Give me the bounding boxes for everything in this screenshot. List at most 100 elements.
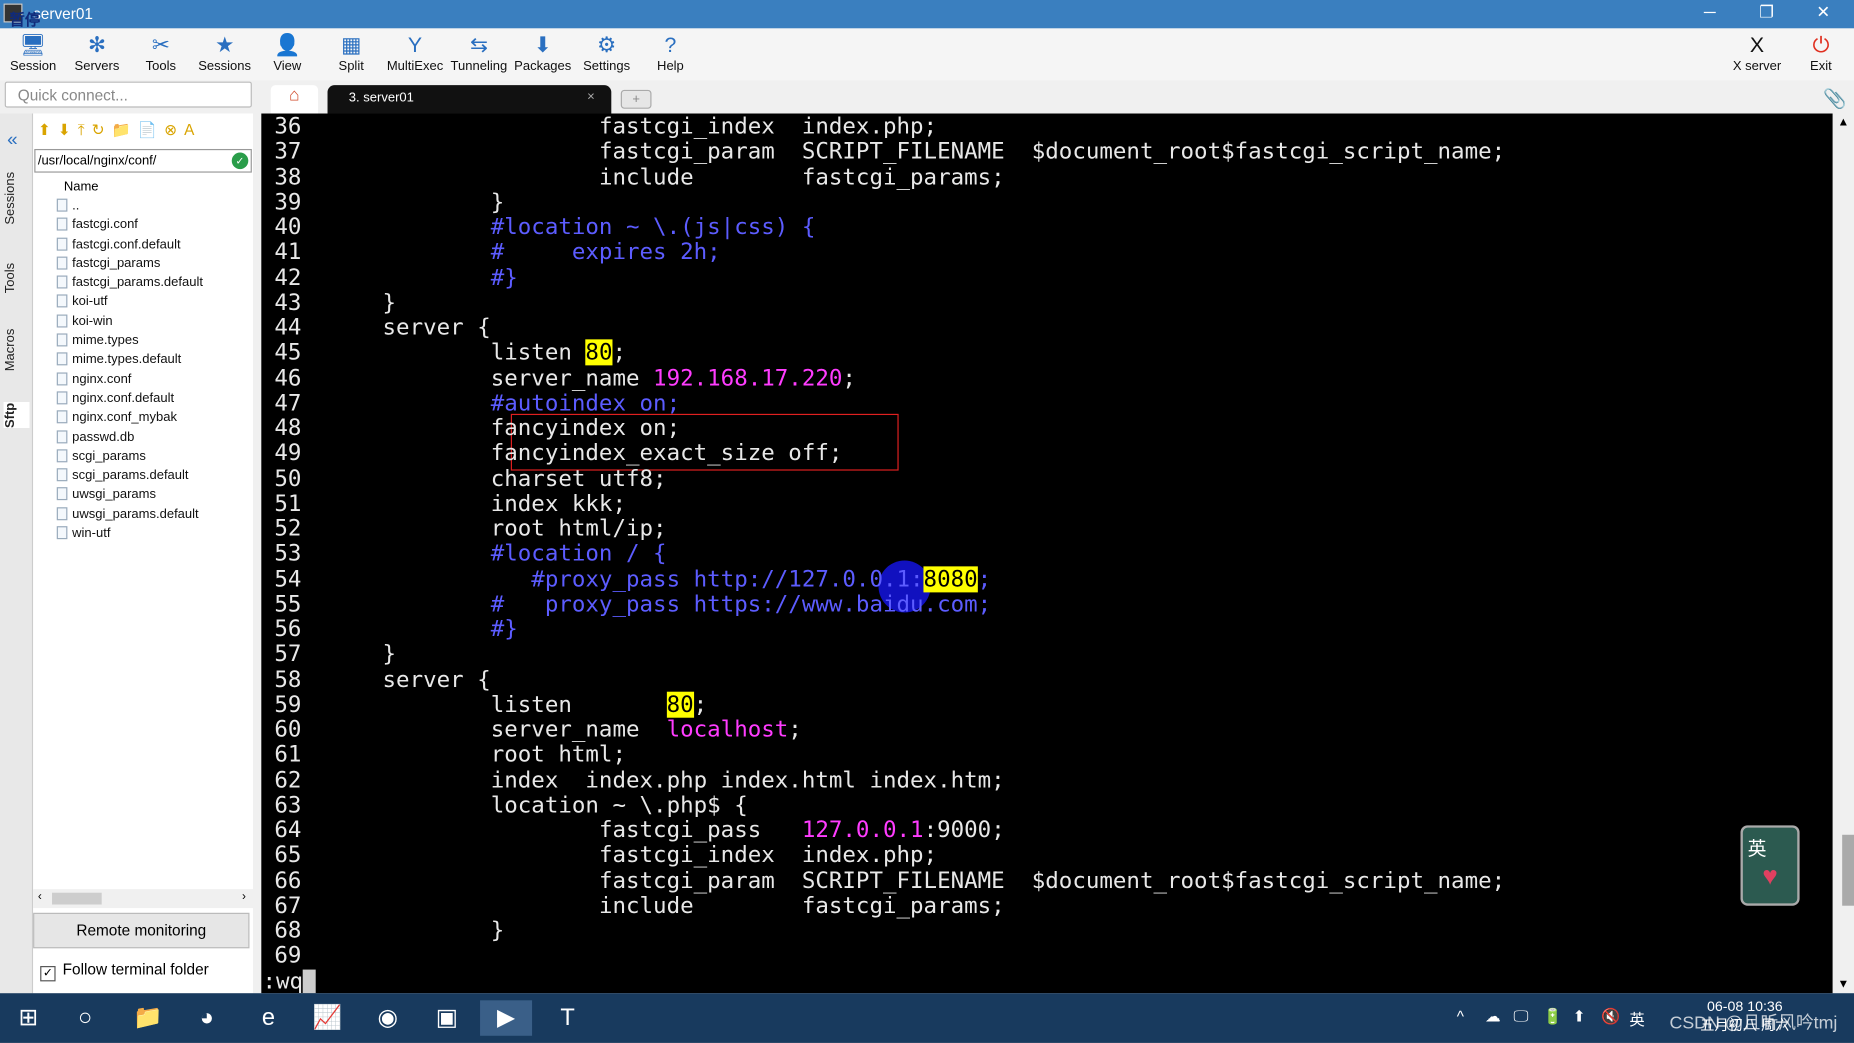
taskbar-app-icon[interactable]: ◕ (181, 1000, 233, 1035)
file-item[interactable]: koi-win (33, 314, 253, 333)
line-number: 60 (274, 716, 302, 743)
code-line: 68 } (274, 917, 505, 944)
file-item[interactable]: .. (33, 198, 253, 218)
tab-server01[interactable]: 3. server01 × (327, 85, 612, 114)
side-tabs: « Sessions Tools Macros Sftp (0, 113, 34, 994)
side-tab-sessions[interactable]: Sessions (4, 170, 30, 227)
code-text: } (315, 289, 397, 315)
horizontal-scrollbar[interactable]: ‹ › (33, 889, 254, 909)
taskbar-app-icon[interactable]: 📈 (302, 1000, 354, 1035)
side-tab-tools[interactable]: Tools (4, 260, 30, 295)
file-item[interactable]: win-utf (33, 526, 253, 545)
code-segment: fancyindex on; (314, 415, 681, 442)
file-item[interactable]: mime.types (33, 333, 253, 353)
toolbar-view-button[interactable]: 👤 View (255, 31, 319, 73)
taskbar-app-icon[interactable]: e (242, 1000, 294, 1035)
file-item[interactable]: scgi_params.default (33, 468, 253, 487)
tray-icon[interactable]: ☁ (1485, 1007, 1500, 1026)
file-item[interactable]: scgi_params (33, 449, 253, 468)
view-icon: 👤 (274, 33, 301, 57)
quick-connect-input[interactable]: Quick connect... (4, 81, 252, 108)
file-item[interactable]: nginx.conf (33, 372, 253, 391)
code-line: 47 #autoindex on; (274, 390, 680, 416)
toolbar-settings-button[interactable]: ⚙ Settings (575, 31, 639, 74)
taskbar-app-icon[interactable]: ◉ (362, 1000, 414, 1035)
line-number: 36 (274, 113, 302, 140)
line-number: 58 (274, 666, 302, 693)
taskbar-app-icon[interactable]: ○ (59, 1000, 111, 1035)
file-item[interactable]: nginx.conf_mybak (33, 410, 253, 430)
tray-icon[interactable]: ^ (1457, 1007, 1464, 1025)
collapse-icon[interactable]: « (7, 130, 18, 151)
toolbar-multiexec-button[interactable]: Y MultiExec (383, 31, 447, 73)
code-text: #location ~ \.(js|css) { (315, 214, 816, 240)
taskbar-app-icon[interactable]: ▶ (480, 1000, 533, 1036)
minimize-button[interactable]: ─ (1686, 2, 1733, 21)
code-segment: } (314, 917, 505, 944)
attach-icon[interactable]: 📎 (1823, 87, 1847, 111)
code-text: #autoindex on; (315, 390, 680, 416)
tray-icon[interactable]: 英 (1629, 1007, 1644, 1029)
command-line[interactable]: :wq (262, 968, 317, 993)
line-number: 62 (274, 766, 302, 793)
terminal[interactable]: 36 fastcgi_index index.php; 37 fastcgi_pa… (261, 113, 1833, 994)
code-segment: } (314, 188, 505, 215)
side-tab-macros[interactable]: Macros (4, 326, 30, 373)
code-line: 50 charset utf8; (274, 466, 666, 491)
close-tab-icon[interactable]: × (587, 90, 595, 104)
toolbar-tools-button[interactable]: ✂ Tools (129, 31, 193, 73)
close-button[interactable]: ✕ (1800, 2, 1847, 22)
file-item[interactable]: fastcgi.conf (33, 217, 253, 237)
column-header-name[interactable]: Name (33, 173, 253, 199)
tray-icon[interactable]: 🔇 (1601, 1007, 1620, 1026)
file-item[interactable]: koi-utf (33, 294, 253, 314)
toolbar-packages-button[interactable]: ⬇ Packages (511, 31, 575, 73)
sftp-path-input[interactable]: /usr/local/nginx/conf/ ✓ (34, 148, 252, 173)
file-item[interactable]: passwd.db (33, 429, 253, 449)
file-item[interactable]: fastcgi_params.default (33, 275, 253, 295)
toolbar-help-button[interactable]: ? Help (638, 31, 702, 73)
file-item[interactable]: nginx.conf.default (33, 391, 253, 410)
check-icon[interactable]: ✓ (231, 152, 249, 170)
sftp-toolbar[interactable]: ⬆⬇⤒↻📁📄⊗A (33, 114, 253, 149)
toolbar-split-button[interactable]: ▦ Split (319, 31, 383, 73)
tray-icon[interactable]: 🔋 (1543, 1007, 1562, 1026)
toolbar-servers-button[interactable]: ✻ Servers (65, 31, 129, 73)
file-item[interactable]: uwsgi_params.default (33, 506, 253, 526)
file-icon (56, 217, 68, 231)
file-name: .. (72, 198, 80, 213)
code-line: 54 #proxy_pass http://127.0.0.1:8080; (274, 565, 991, 592)
tunneling-label: Tunneling (450, 59, 508, 74)
code-line: 53 #location / { (274, 541, 666, 567)
code-segment: fancyindex_exact_size off; (314, 440, 843, 467)
ime-badge[interactable]: 英 ♥ (1740, 825, 1800, 906)
toolbar-session-button[interactable]: 🖥 Session (1, 31, 65, 73)
file-item[interactable]: fastcgi_params (33, 256, 253, 275)
toolbar-sessions-button[interactable]: ★ Sessions (193, 31, 257, 73)
file-item[interactable]: fastcgi.conf.default (33, 237, 253, 256)
taskbar-app-icon[interactable]: ⊞ (2, 1000, 54, 1035)
taskbar-app-icon[interactable]: ▣ (421, 1000, 473, 1035)
tray-icon[interactable]: 🖵 (1513, 1007, 1528, 1026)
power-icon: ⏻ (1812, 33, 1830, 57)
file-item[interactable]: mime.types.default (33, 352, 253, 372)
tray-icon[interactable]: ⬆ (1573, 1007, 1586, 1026)
toolbar-exit-button[interactable]: ⏻ Exit (1789, 31, 1853, 73)
code-segment: index index.php index.html index.htm; (314, 766, 1005, 793)
toolbar-tunneling-button[interactable]: ⇆ Tunneling (447, 31, 511, 74)
checkbox-icon[interactable]: ✓ (40, 966, 56, 982)
remote-monitoring-button[interactable]: Remote monitoring (33, 912, 250, 949)
home-tab[interactable]: ⌂ (270, 85, 319, 114)
settings-label: Settings (583, 59, 631, 74)
file-icon (56, 449, 68, 463)
vertical-scrollbar[interactable]: ▲ ▼ (1832, 113, 1854, 994)
file-item[interactable]: uwsgi_params (33, 487, 253, 507)
restore-button[interactable]: ❐ (1743, 2, 1790, 22)
side-tab-sftp[interactable]: Sftp (3, 402, 30, 429)
follow-terminal-checkbox[interactable]: ✓ Follow terminal folder (40, 960, 209, 982)
toolbar-x-server-button[interactable]: X X server (1725, 31, 1789, 73)
taskbar-app-icon[interactable]: 📁 (122, 1000, 174, 1035)
new-tab-button[interactable]: + (620, 89, 652, 109)
taskbar-app-icon[interactable]: T (542, 1000, 594, 1035)
line-number: 48 (274, 415, 302, 442)
